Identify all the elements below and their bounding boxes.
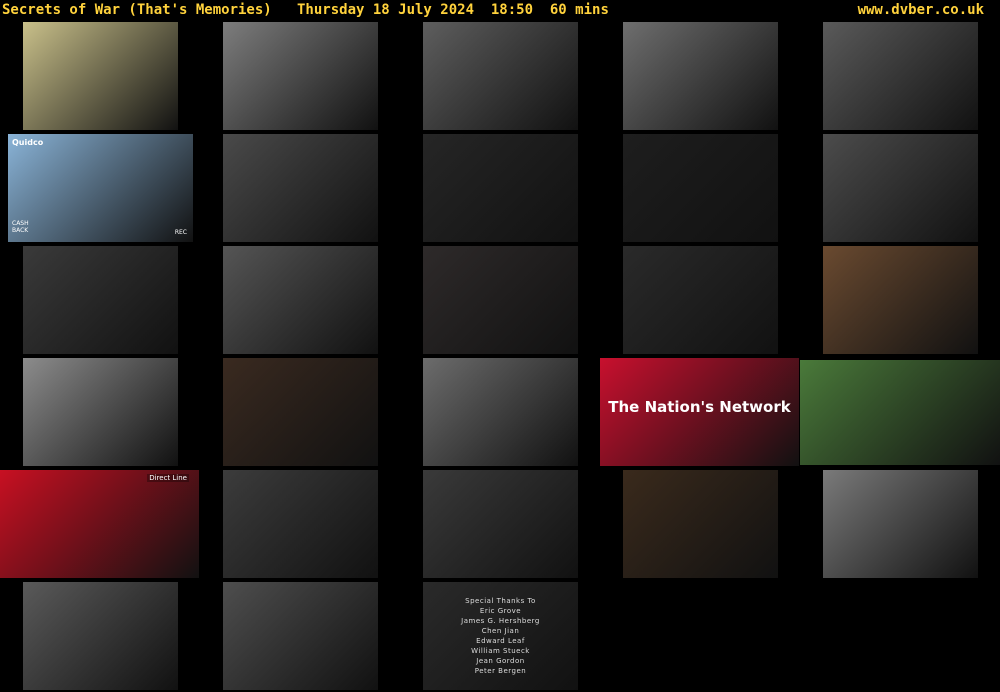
credit-line: William Stueck (471, 647, 530, 655)
frame-dark-interior[interactable] (623, 246, 778, 354)
frame-end-credits[interactable]: Special Thanks To Eric Grove James G. Hers… (423, 582, 578, 690)
direct-line-logo: Direct Line (147, 474, 189, 482)
frame-document[interactable] (23, 22, 178, 130)
frame-officers-office[interactable] (623, 22, 778, 130)
thumbnail-grid: Quidco CASH BACK REC The Nation's Network Di… (0, 0, 1000, 692)
frame-jungle-soldiers[interactable] (223, 582, 378, 690)
vodafone-tagline: The Nation's Network (608, 398, 791, 416)
frame-children-faces[interactable] (223, 470, 378, 578)
frame-soldiers-march[interactable] (223, 246, 378, 354)
frame-portraits-ceremony[interactable] (23, 358, 178, 466)
quidco-logo: Quidco (12, 138, 44, 147)
frame-crowd-soldiers[interactable] (423, 22, 578, 130)
credit-line: James G. Hershberg (461, 617, 540, 625)
frame-winter-troops[interactable] (423, 358, 578, 466)
credit-line: Special Thanks To (465, 597, 536, 605)
frame-interview-chen[interactable] (823, 246, 978, 354)
credit-line: Jean Gordon (476, 657, 525, 665)
frame-conference-table[interactable] (823, 134, 978, 242)
frame-interview-man-2[interactable] (623, 470, 778, 578)
frame-interview-man-1[interactable] (223, 358, 378, 466)
frame-soldiers-resting[interactable] (800, 360, 1000, 465)
frame-general-smiling[interactable] (223, 134, 378, 242)
end-credits-text: Special Thanks To Eric Grove James G. Hers… (423, 596, 578, 676)
credit-line: Eric Grove (479, 607, 522, 615)
credit-line: Chen Jian (481, 627, 520, 635)
frame-handshake[interactable] (23, 582, 178, 690)
frame-leaders-portrait[interactable] (423, 470, 578, 578)
frame-quidco-ad[interactable]: Quidco CASH BACK REC (8, 134, 193, 242)
frame-dark-scene-2[interactable] (623, 134, 778, 242)
frame-assembly-hall[interactable] (23, 246, 178, 354)
frame-troops-mountain[interactable] (823, 470, 978, 578)
frame-direct-line-ad[interactable]: Direct Line (0, 470, 199, 578)
credit-line: Peter Bergen (474, 667, 527, 675)
frame-vodafone-ad[interactable]: The Nation's Network (600, 358, 799, 466)
rec-label: REC (174, 229, 187, 236)
frame-marching-troops[interactable] (223, 22, 378, 130)
frame-rice-field[interactable] (823, 22, 978, 130)
frame-dark-scene-1[interactable] (423, 134, 578, 242)
frame-man-podium[interactable] (423, 246, 578, 354)
cashback-label: CASH BACK (12, 220, 29, 234)
credit-line: Edward Leaf (476, 637, 525, 645)
